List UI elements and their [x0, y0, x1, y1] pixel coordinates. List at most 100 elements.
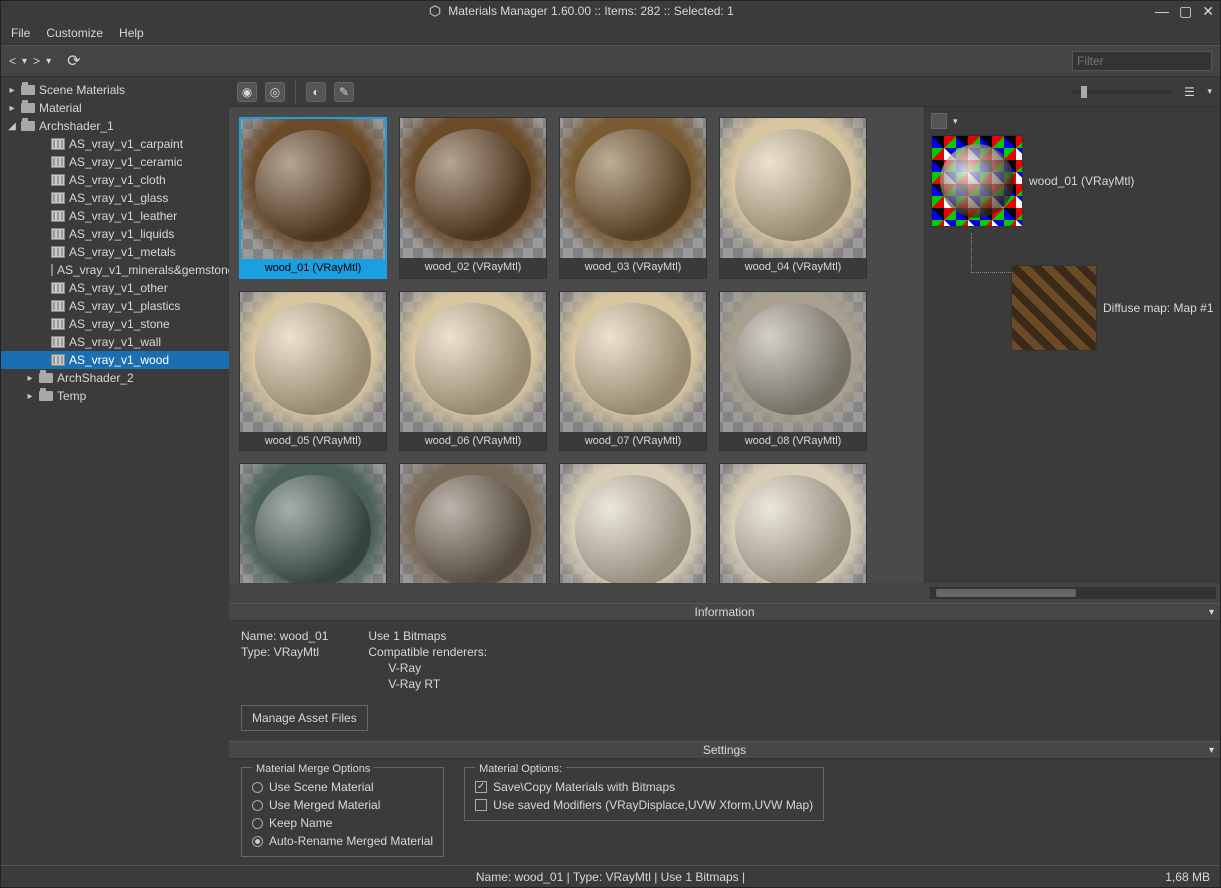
tree-scene-materials[interactable]: ▸Scene Materials: [1, 81, 229, 99]
assign-selection-icon[interactable]: ◎: [265, 82, 285, 102]
thumbnail-label: wood_08 (VRayMtl): [720, 432, 866, 450]
tree-item[interactable]: AS_vray_v1_other: [1, 279, 229, 297]
preview-material-label: wood_01 (VRayMtl): [1029, 174, 1134, 188]
tree-temp[interactable]: ▸Temp: [1, 387, 229, 405]
material-thumbnail[interactable]: wood_06 (VRayMtl): [399, 291, 547, 451]
diffuse-map-thumb[interactable]: [1011, 265, 1097, 351]
tree-item[interactable]: AS_vray_v1_stone: [1, 315, 229, 333]
check-use-saved-modifiers[interactable]: Use saved Modifiers (VRayDisplace,UVW Xf…: [475, 798, 813, 812]
material-thumbnail[interactable]: wood_12 (VRayMtl): [719, 463, 867, 583]
material-thumbnail[interactable]: wood_07 (VRayMtl): [559, 291, 707, 451]
tree-material[interactable]: ▸Material: [1, 99, 229, 117]
info-bitmaps: Use 1 Bitmaps: [368, 629, 487, 643]
thumbnail-label: wood_05 (VRayMtl): [240, 432, 386, 450]
thumbnail-label: wood_03 (VRayMtl): [560, 258, 706, 276]
folder-icon: [21, 85, 35, 95]
information-header[interactable]: Information▾: [229, 603, 1220, 621]
material-thumbnail[interactable]: wood_01 (VRayMtl): [239, 117, 387, 279]
material-lib-icon: [51, 264, 53, 276]
thumbnail-image: [400, 292, 546, 432]
grid-toolbar: ◉ ◎ ◐ ✎ ☰ ▾: [229, 77, 1220, 107]
radio-use-scene-material[interactable]: Use Scene Material: [252, 780, 433, 794]
close-button[interactable]: ✕: [1202, 3, 1214, 20]
thumbnail-label: wood_06 (VRayMtl): [400, 432, 546, 450]
material-thumbnail[interactable]: wood_11 (VRayMtl): [559, 463, 707, 583]
material-lib-icon: [51, 138, 65, 150]
material-thumbnail[interactable]: wood_02 (VRayMtl): [399, 117, 547, 279]
sort-icon[interactable]: ☰: [1179, 82, 1199, 102]
app-icon: [428, 4, 442, 18]
menu-file[interactable]: File: [11, 26, 30, 40]
preview-map-label: Diffuse map: Map #1: [1103, 301, 1214, 315]
menu-help[interactable]: Help: [119, 26, 144, 40]
tree-item[interactable]: AS_vray_v1_liquids: [1, 225, 229, 243]
info-compat: Compatible renderers:: [368, 645, 487, 659]
check-save-copy-bitmaps[interactable]: Save\Copy Materials with Bitmaps: [475, 780, 813, 794]
settings-header[interactable]: Settings▾: [229, 741, 1220, 759]
material-thumbnail[interactable]: wood_08 (VRayMtl): [719, 291, 867, 451]
tree-archshader-1[interactable]: ◢Archshader_1: [1, 117, 229, 135]
material-merge-options: Material Merge Options Use Scene Materia…: [241, 767, 444, 857]
tree-item[interactable]: AS_vray_v1_carpaint: [1, 135, 229, 153]
menu-bar: File Customize Help: [1, 21, 1220, 45]
panel-dropdown-icon[interactable]: ▾: [953, 116, 958, 127]
refresh-icon[interactable]: ⟳: [67, 51, 80, 71]
info-name: Name: wood_01: [241, 629, 328, 643]
thumbnail-label: wood_02 (VRayMtl): [400, 258, 546, 276]
status-size: 1,68 MB: [1165, 870, 1210, 884]
tree-item[interactable]: AS_vray_v1_ceramic: [1, 153, 229, 171]
zoom-slider[interactable]: [1071, 90, 1171, 94]
thumbnail-image: [241, 119, 385, 259]
menu-customize[interactable]: Customize: [46, 26, 103, 40]
manage-asset-files-button[interactable]: Manage Asset Files: [241, 705, 368, 731]
status-center: Name: wood_01 | Type: VRayMtl | Use 1 Bi…: [476, 870, 745, 884]
thumbnail-grid-area[interactable]: wood_01 (VRayMtl) wood_02 (VRayMtl) wood_0…: [229, 107, 924, 583]
nav-back-more[interactable]: ▾: [22, 56, 27, 67]
folder-icon: [21, 121, 35, 131]
tree-item[interactable]: AS_vray_v1_metals: [1, 243, 229, 261]
material-lib-icon: [51, 354, 65, 366]
material-thumbnail[interactable]: wood_10 (VRayMtl): [399, 463, 547, 583]
material-thumbnail[interactable]: wood_05 (VRayMtl): [239, 291, 387, 451]
maximize-button[interactable]: ▢: [1179, 3, 1192, 20]
folder-icon: [21, 103, 35, 113]
material-thumbnail[interactable]: wood_09 (VRayMtl): [239, 463, 387, 583]
preview-scrollbar[interactable]: [930, 587, 1216, 599]
material-lib-icon: [51, 300, 65, 312]
chevron-down-icon: ▾: [1209, 607, 1214, 618]
material-sphere-preview[interactable]: [931, 135, 1023, 227]
status-bar: Name: wood_01 | Type: VRayMtl | Use 1 Bi…: [1, 865, 1220, 887]
tree-item[interactable]: AS_vray_v1_leather: [1, 207, 229, 225]
material-lib-icon: [51, 210, 65, 222]
material-thumbnail[interactable]: wood_04 (VRayMtl): [719, 117, 867, 279]
thumbnail-image: [400, 118, 546, 258]
radio-keep-name[interactable]: Keep Name: [252, 816, 433, 830]
material-lib-icon: [51, 246, 65, 258]
tree-item[interactable]: AS_vray_v1_wood: [1, 351, 229, 369]
nav-forward-more[interactable]: ▾: [46, 56, 51, 67]
thumbnail-label: wood_01 (VRayMtl): [241, 259, 385, 277]
material-lib-icon: [51, 318, 65, 330]
tree-item[interactable]: AS_vray_v1_minerals&gemstone: [1, 261, 229, 279]
show-map-icon[interactable]: ◐: [306, 82, 326, 102]
filter-input[interactable]: [1072, 51, 1212, 71]
material-lib-icon: [51, 156, 65, 168]
sort-dropdown-icon[interactable]: ▾: [1207, 86, 1212, 97]
radio-auto-rename[interactable]: Auto-Rename Merged Material: [252, 834, 433, 848]
tree-item[interactable]: AS_vray_v1_plastics: [1, 297, 229, 315]
tree-archshader-2[interactable]: ▸ArchShader_2: [1, 369, 229, 387]
tree-item[interactable]: AS_vray_v1_cloth: [1, 171, 229, 189]
material-tree[interactable]: ▸Scene Materials ▸Material ◢Archshader_1…: [1, 77, 229, 865]
thumbnail-label: wood_07 (VRayMtl): [560, 432, 706, 450]
thumbnail-image: [720, 118, 866, 258]
nav-forward-icon[interactable]: >: [33, 54, 40, 68]
tree-item[interactable]: AS_vray_v1_glass: [1, 189, 229, 207]
minimize-button[interactable]: —: [1155, 3, 1169, 20]
nav-back-icon[interactable]: <: [9, 54, 16, 68]
material-thumbnail[interactable]: wood_03 (VRayMtl): [559, 117, 707, 279]
edit-material-icon[interactable]: ✎: [334, 82, 354, 102]
radio-use-merged-material[interactable]: Use Merged Material: [252, 798, 433, 812]
panel-toggle-1[interactable]: [931, 113, 947, 129]
tree-item[interactable]: AS_vray_v1_wall: [1, 333, 229, 351]
assign-material-icon[interactable]: ◉: [237, 82, 257, 102]
